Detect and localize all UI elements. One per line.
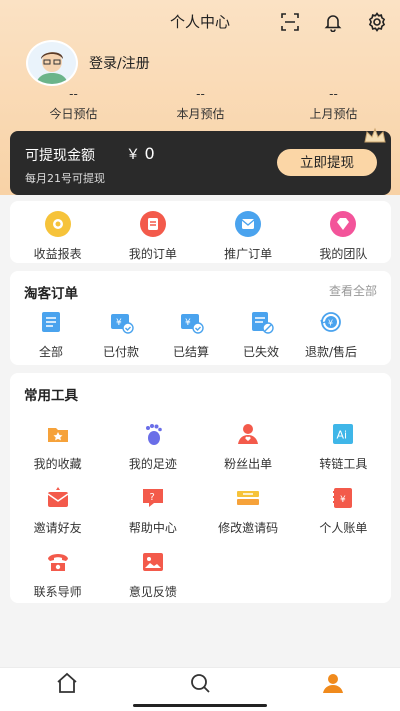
tool-label: 我的收藏 — [33, 457, 82, 471]
tool-label: 联系导师 — [33, 585, 82, 599]
stat-last-month[interactable]: -- 上月预估 — [267, 87, 400, 122]
stat-this-month[interactable]: -- 本月预估 — [134, 87, 267, 122]
invite-code-icon — [233, 483, 263, 513]
fans-order-icon — [233, 419, 263, 449]
ai-link-icon: Ai — [328, 419, 358, 449]
tools-card: 常用工具 我的收藏 我的足迹 粉丝出单 Ai 转链工具 邀请好友 ? 帮助中心 … — [10, 373, 391, 603]
quick-label: 收益报表 — [33, 247, 82, 261]
taoke-title: 淘客订单 — [24, 286, 78, 302]
tool-ai-link[interactable]: Ai 转链工具 — [296, 419, 391, 472]
favorites-icon — [43, 419, 73, 449]
svg-text:¥: ¥ — [328, 319, 333, 328]
tool-contact-mentor[interactable]: 联系导师 — [10, 547, 105, 600]
footprint-icon — [138, 419, 168, 449]
tool-fans-order[interactable]: 粉丝出单 — [201, 419, 296, 472]
withdraw-note: 每月21号可提现 — [25, 172, 105, 185]
taoke-label: 全部 — [38, 345, 63, 359]
svg-text:Ai: Ai — [337, 429, 348, 442]
quick-income-report[interactable]: 收益报表 — [10, 209, 105, 262]
tool-favorites[interactable]: 我的收藏 — [10, 419, 105, 472]
refund-icon: ¥ — [316, 307, 346, 337]
profile-icon — [321, 672, 345, 711]
stat-label: 上月预估 — [309, 107, 358, 121]
taoke-orders-card: 淘客订单 查看全部 全部 ¥ 已付款 ¥ 已结算 已失效 ¥ 退款/售后 — [10, 271, 391, 365]
top-bar: 个人中心 — [0, 0, 400, 44]
home-indicator — [133, 704, 267, 707]
settled-icon: ¥ — [176, 307, 206, 337]
quick-label: 我的订单 — [128, 247, 177, 261]
taoke-label: 已付款 — [102, 345, 139, 359]
crown-icon — [363, 127, 387, 145]
quick-my-team[interactable]: 我的团队 — [296, 209, 391, 262]
currency-symbol: ￥ — [126, 147, 140, 163]
quick-my-orders[interactable]: 我的订单 — [105, 209, 200, 262]
bill-icon: ¥ — [328, 483, 358, 513]
avatar[interactable] — [26, 40, 78, 86]
tool-help-center[interactable]: ? 帮助中心 — [105, 483, 200, 536]
tool-label: 修改邀请码 — [218, 521, 279, 535]
tool-footprint[interactable]: 我的足迹 — [105, 419, 200, 472]
tool-label: 我的足迹 — [128, 457, 177, 471]
taoke-label: 退款/售后 — [304, 345, 358, 359]
tool-label: 转链工具 — [319, 457, 368, 471]
team-icon — [328, 209, 358, 239]
taoke-invalid[interactable]: 已失效 — [226, 307, 296, 360]
taoke-all[interactable]: 全部 — [16, 307, 86, 360]
home-icon — [55, 672, 79, 711]
scan-icon[interactable] — [279, 11, 301, 33]
phone-icon — [43, 547, 73, 577]
stat-label: 今日预估 — [49, 107, 98, 121]
tool-label: 个人账单 — [319, 521, 368, 535]
tool-label: 邀请好友 — [33, 521, 82, 535]
profile-tab[interactable] — [267, 668, 400, 711]
feedback-icon — [138, 547, 168, 577]
stat-today[interactable]: -- 今日预估 — [7, 87, 140, 122]
quick-menu-card: 收益报表 我的订单 推广订单 我的团队 — [10, 201, 391, 263]
taoke-refund[interactable]: ¥ 退款/售后 — [296, 307, 366, 360]
income-report-icon — [43, 209, 73, 239]
quick-promo-orders[interactable]: 推广订单 — [201, 209, 296, 262]
quick-label: 推广订单 — [224, 247, 273, 261]
taoke-paid[interactable]: ¥ 已付款 — [86, 307, 156, 360]
tool-personal-bill[interactable]: ¥ 个人账单 — [296, 483, 391, 536]
tool-label: 意见反馈 — [128, 585, 177, 599]
svg-text:¥: ¥ — [116, 318, 122, 328]
my-orders-icon — [138, 209, 168, 239]
svg-text:¥: ¥ — [185, 318, 191, 328]
tool-feedback[interactable]: 意见反馈 — [105, 547, 200, 600]
paid-icon: ¥ — [106, 307, 136, 337]
taoke-settled[interactable]: ¥ 已结算 — [156, 307, 226, 360]
withdraw-label: 可提现金额 — [25, 148, 95, 164]
invite-icon — [43, 483, 73, 513]
svg-text:?: ? — [149, 492, 154, 503]
svg-text:¥: ¥ — [340, 495, 346, 505]
help-icon: ? — [138, 483, 168, 513]
taoke-label: 已结算 — [172, 345, 209, 359]
tool-invite-friends[interactable]: 邀请好友 — [10, 483, 105, 536]
withdraw-button[interactable]: 立即提现 — [277, 149, 377, 176]
stat-label: 本月预估 — [176, 107, 225, 121]
view-all-link[interactable]: 查看全部 — [329, 282, 377, 299]
gear-icon[interactable] — [366, 11, 388, 33]
list-icon — [36, 307, 66, 337]
login-register-link[interactable]: 登录/注册 — [89, 53, 150, 73]
invalid-icon — [246, 307, 276, 337]
quick-label: 我的团队 — [319, 247, 368, 261]
stat-value: -- — [196, 87, 205, 101]
stat-value: -- — [329, 87, 338, 101]
tools-title: 常用工具 — [24, 388, 78, 404]
home-tab[interactable] — [0, 668, 133, 711]
taoke-label: 已失效 — [242, 345, 279, 359]
withdraw-card: 可提现金额 ￥ 0 每月21号可提现 立即提现 — [10, 127, 391, 195]
withdraw-amount: ￥ 0 — [126, 144, 155, 164]
tool-label: 粉丝出单 — [224, 457, 273, 471]
bell-icon[interactable] — [322, 11, 344, 33]
tool-edit-invite-code[interactable]: 修改邀请码 — [201, 483, 296, 536]
promo-orders-icon — [233, 209, 263, 239]
tool-label: 帮助中心 — [128, 521, 177, 535]
stat-value: -- — [69, 87, 78, 101]
amount-value: 0 — [144, 144, 155, 163]
